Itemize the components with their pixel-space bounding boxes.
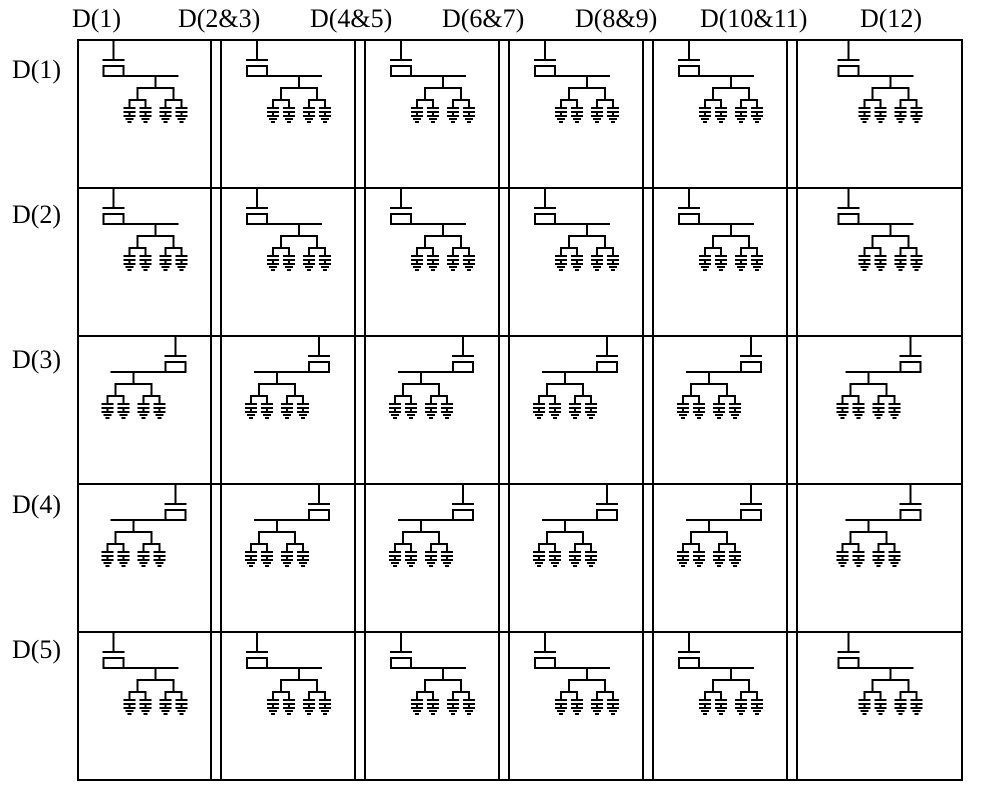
col-label-6: D(10&11) bbox=[700, 4, 807, 34]
cell-r4-c1 bbox=[103, 490, 186, 566]
col-label-2: D(2&3) bbox=[178, 4, 260, 34]
cell-r1-c3 bbox=[391, 46, 474, 122]
cell-r5-c2 bbox=[247, 638, 330, 714]
col-label-4: D(6&7) bbox=[442, 4, 524, 34]
cell-r3-c6 bbox=[838, 342, 921, 418]
cell-r5-c4 bbox=[535, 638, 618, 714]
row-label-5: D(5) bbox=[12, 635, 61, 665]
cell-r3-c5 bbox=[678, 342, 761, 418]
cell-r3-c4 bbox=[534, 342, 617, 418]
cell-r3-c2 bbox=[246, 342, 329, 418]
row-label-4: D(4) bbox=[12, 490, 61, 520]
row-label-1: D(1) bbox=[12, 55, 61, 85]
cell-r2-c5 bbox=[679, 194, 762, 270]
cell-r1-c4 bbox=[535, 46, 618, 122]
cell-r1-c2 bbox=[247, 46, 330, 122]
row-label-3: D(3) bbox=[12, 345, 61, 375]
cell-r5-c1 bbox=[104, 638, 187, 714]
cell-r1-c6 bbox=[839, 46, 922, 122]
diagram-svg bbox=[0, 0, 1000, 797]
cell-r4-c5 bbox=[678, 490, 761, 566]
cell-r4-c3 bbox=[390, 490, 473, 566]
col-label-7: D(12) bbox=[860, 4, 922, 34]
cell-r4-c4 bbox=[534, 490, 617, 566]
cell-r5-c5 bbox=[679, 638, 762, 714]
col-label-1: D(1) bbox=[72, 4, 121, 34]
cell-r3-c3 bbox=[390, 342, 473, 418]
cell-r2-c6 bbox=[839, 194, 922, 270]
cell-r1-c5 bbox=[679, 46, 762, 122]
cell-r4-c6 bbox=[838, 490, 921, 566]
cell-r5-c3 bbox=[391, 638, 474, 714]
cell-r2-c2 bbox=[247, 194, 330, 270]
cell-r1-c1 bbox=[104, 46, 187, 122]
diagram-page: D(1) D(2&3) D(4&5) D(6&7) D(8&9) D(10&11) D(12… bbox=[0, 0, 1000, 797]
col-label-3: D(4&5) bbox=[310, 4, 392, 34]
cell-r5-c6 bbox=[839, 638, 922, 714]
cell-r3-c1 bbox=[103, 342, 186, 418]
cell-r2-c4 bbox=[535, 194, 618, 270]
col-label-5: D(8&9) bbox=[575, 4, 657, 34]
cell-r2-c1 bbox=[104, 194, 187, 270]
cell-r4-c2 bbox=[246, 490, 329, 566]
row-label-2: D(2) bbox=[12, 200, 61, 230]
cell-r2-c3 bbox=[391, 194, 474, 270]
